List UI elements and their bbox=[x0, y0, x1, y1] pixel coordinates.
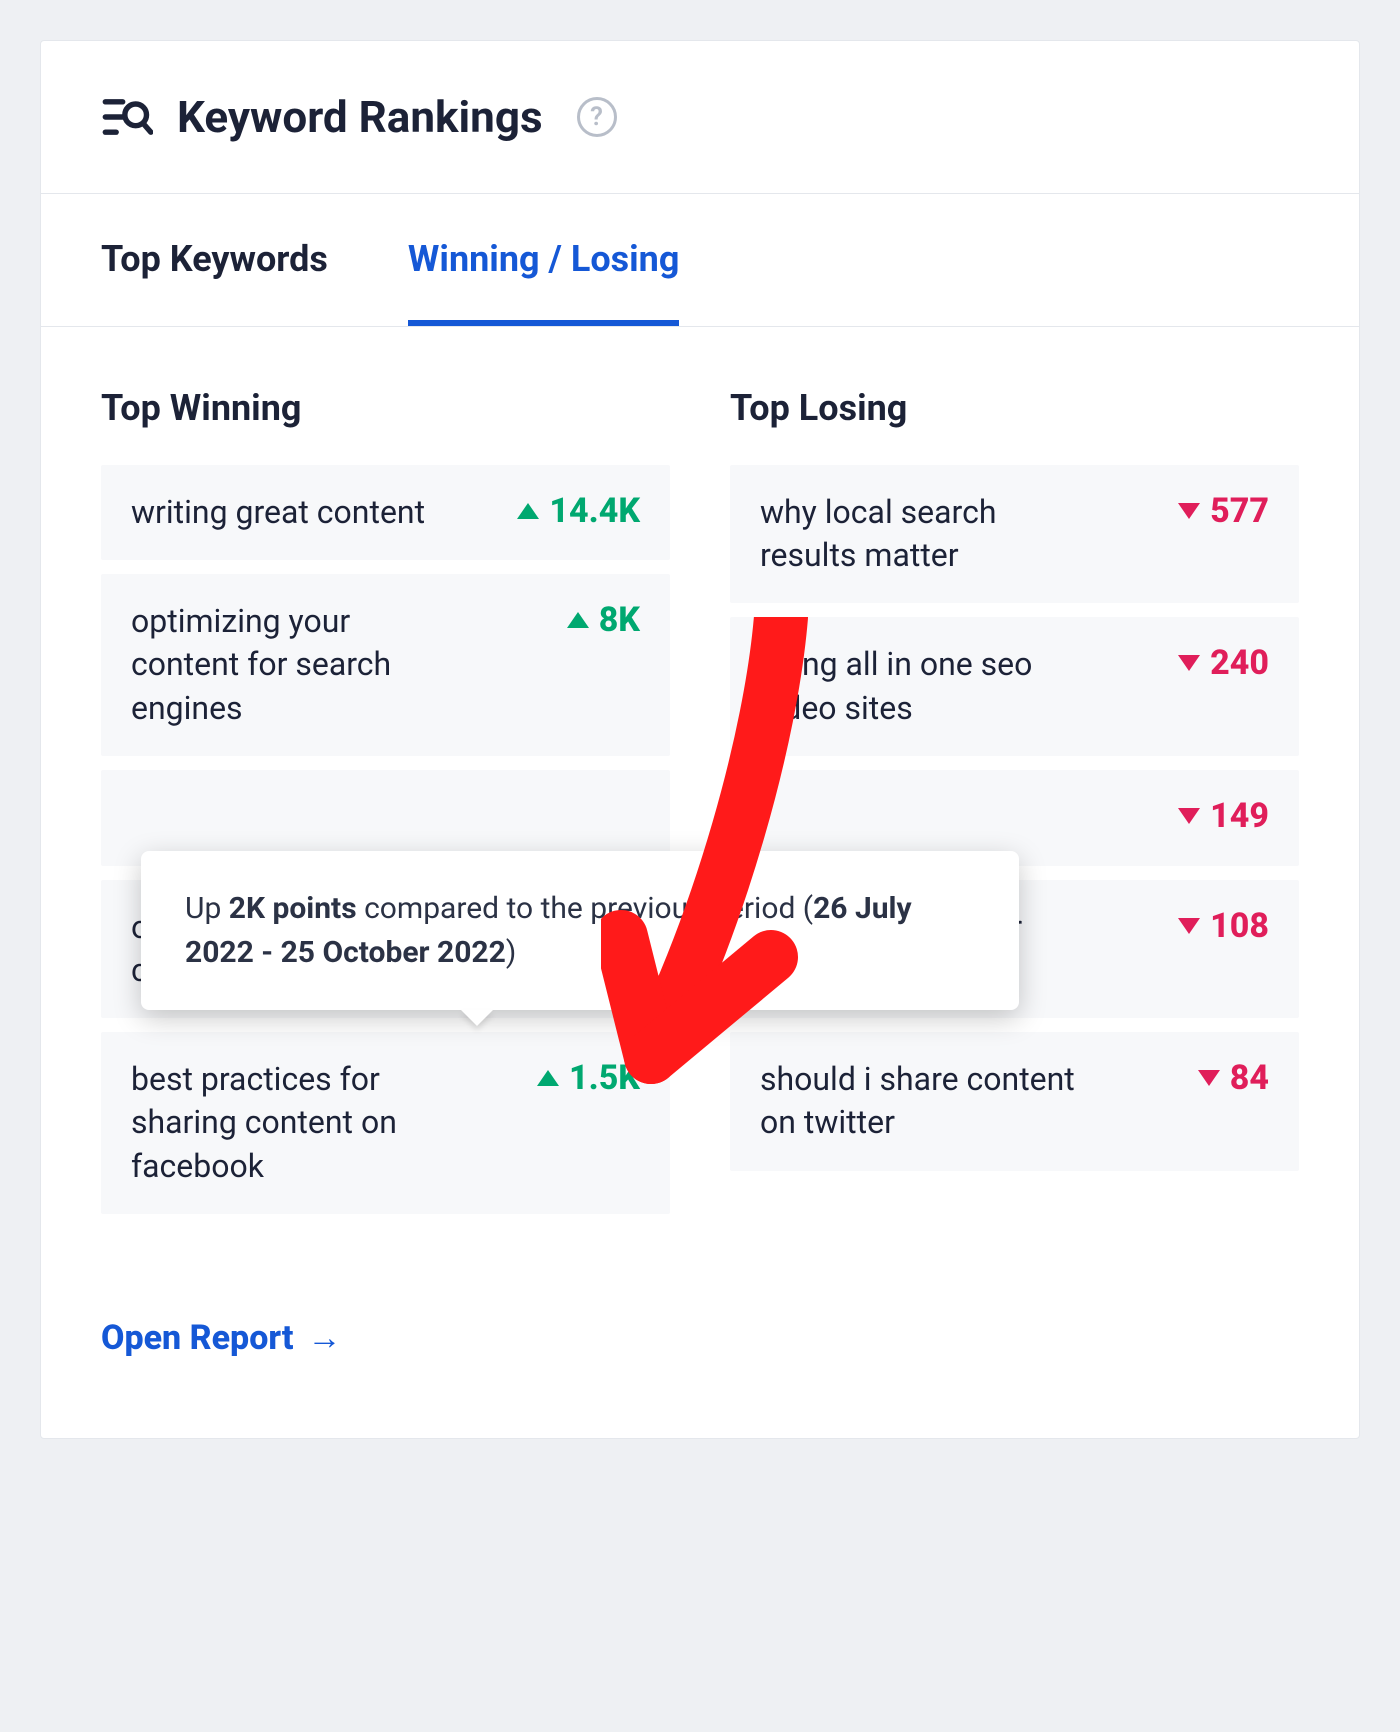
delta-value: 1.5K bbox=[537, 1058, 640, 1098]
delta-value: 577 bbox=[1178, 491, 1269, 531]
keyword-label: writing great content bbox=[131, 491, 425, 534]
delta-value: 14.4K bbox=[517, 491, 640, 531]
tooltip-prefix: Up bbox=[185, 891, 229, 926]
triangle-up-icon bbox=[517, 503, 539, 519]
keyword-label: best practices for sharing content on fa… bbox=[131, 1058, 451, 1188]
list-item[interactable]: should i share content on twitter 84 bbox=[730, 1032, 1299, 1170]
tabs: Top Keywords Winning / Losing bbox=[41, 194, 1359, 327]
triangle-down-icon bbox=[1178, 655, 1200, 671]
delta-value: 240 bbox=[1178, 643, 1269, 683]
list-item[interactable]: writing great content 14.4K bbox=[101, 465, 670, 560]
delta-value: 84 bbox=[1198, 1058, 1269, 1098]
triangle-down-icon bbox=[1178, 808, 1200, 824]
list-item[interactable]: why local search results matter 577 bbox=[730, 465, 1299, 603]
card-header: Keyword Rankings ? bbox=[41, 41, 1359, 194]
tab-top-keywords[interactable]: Top Keywords bbox=[101, 194, 328, 326]
triangle-down-icon bbox=[1178, 918, 1200, 934]
keyword-label: optimizing your content for search engin… bbox=[131, 600, 451, 730]
top-losing-title: Top Losing bbox=[730, 387, 1299, 429]
tooltip-points: 2K points bbox=[229, 891, 357, 926]
triangle-down-icon bbox=[1198, 1070, 1220, 1086]
panel-body: Top Winning writing great content 14.4K … bbox=[41, 327, 1359, 1438]
keyword-rankings-card: Keyword Rankings ? Top Keywords Winning … bbox=[40, 40, 1360, 1439]
open-report-label: Open Report bbox=[101, 1318, 293, 1358]
page-title: Keyword Rankings bbox=[177, 91, 543, 143]
keyword-label: should i share content on twitter bbox=[760, 1058, 1080, 1144]
delta-value: 149 bbox=[1178, 796, 1269, 836]
list-item[interactable]: optimizing your content for search engin… bbox=[101, 574, 670, 756]
list-item[interactable]: best practices for sharing content on fa… bbox=[101, 1032, 670, 1214]
keyword-label: using all in one seo video sites bbox=[760, 643, 1080, 729]
tooltip-suffix: ) bbox=[506, 935, 516, 970]
top-winning-column: Top Winning writing great content 14.4K … bbox=[101, 387, 670, 1228]
triangle-up-icon bbox=[567, 612, 589, 628]
tab-winning-losing[interactable]: Winning / Losing bbox=[408, 194, 679, 326]
list-search-icon bbox=[101, 91, 153, 143]
help-icon[interactable]: ? bbox=[577, 97, 617, 137]
open-report-link[interactable]: Open Report → bbox=[101, 1318, 341, 1358]
triangle-up-icon bbox=[537, 1070, 559, 1086]
delta-tooltip: Up 2K points compared to the previous pe… bbox=[141, 851, 1019, 1010]
tooltip-middle: compared to the previous period ( bbox=[357, 891, 813, 926]
delta-value: 108 bbox=[1178, 906, 1269, 946]
list-item[interactable]: using all in one seo video sites 240 bbox=[730, 617, 1299, 755]
top-losing-column: Top Losing why local search results matt… bbox=[730, 387, 1299, 1228]
triangle-down-icon bbox=[1178, 503, 1200, 519]
keyword-label: why local search results matter bbox=[760, 491, 1080, 577]
top-winning-title: Top Winning bbox=[101, 387, 670, 429]
arrow-right-icon: → bbox=[307, 1318, 341, 1358]
delta-value: 8K bbox=[567, 600, 640, 640]
